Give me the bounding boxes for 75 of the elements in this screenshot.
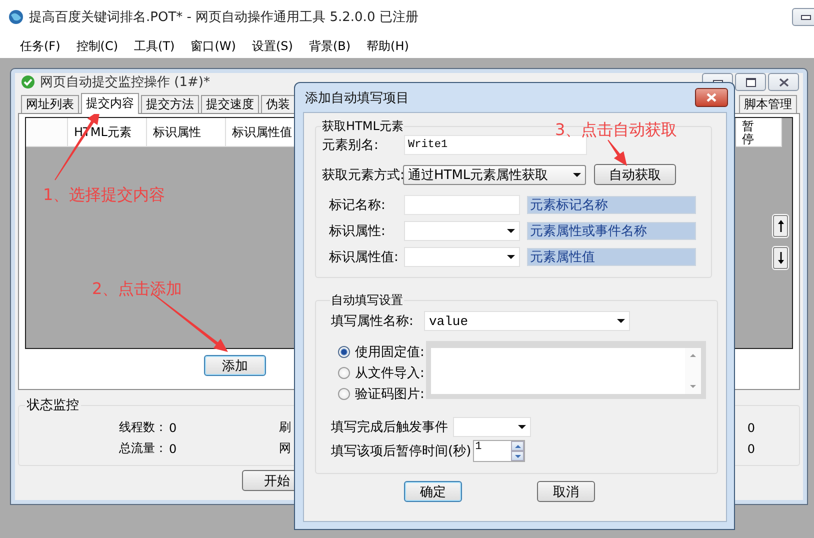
menu-item[interactable]: 窗口(W) xyxy=(190,38,236,54)
menu-item[interactable]: 控制(C) xyxy=(76,38,118,54)
tab[interactable]: 提交方法 xyxy=(141,95,199,113)
tab[interactable]: 提交速度 xyxy=(201,95,259,113)
stat-label: 总流量： xyxy=(119,440,168,457)
attribute-dropdown[interactable]: value xyxy=(424,311,630,331)
radio-button[interactable] xyxy=(338,346,350,358)
input-field[interactable] xyxy=(404,195,520,215)
column-header xyxy=(26,118,68,147)
globe-icon xyxy=(8,9,24,25)
auto-get-button[interactable]: 自动获取 xyxy=(594,164,676,185)
annotation-text: 1、选择提交内容 xyxy=(43,185,166,206)
stat-label: 线程数： xyxy=(119,419,168,436)
stat-value: 0 xyxy=(747,420,755,434)
check-icon xyxy=(21,75,35,89)
window-title: 网页自动提交监控操作 (1#)* xyxy=(40,74,210,91)
stat-value: 0 xyxy=(169,420,178,434)
stat-label: 刷 xyxy=(279,419,292,436)
field-label: 标记名称: xyxy=(328,197,386,214)
dialog-title: 添加自动填写项目 xyxy=(305,90,409,106)
hint-label: 元素属性或事件名称 xyxy=(527,222,696,240)
annotation-arrow xyxy=(608,140,627,166)
radio-option[interactable]: 使用固定值: xyxy=(338,343,428,360)
method-dropdown[interactable]: 通过HTML元素属性获取 xyxy=(403,164,586,184)
maximize-button[interactable] xyxy=(735,73,766,91)
menu-item[interactable]: 帮助(H) xyxy=(366,38,409,54)
caret-icon xyxy=(518,425,526,429)
close-button[interactable] xyxy=(768,73,799,91)
tab[interactable]: 提交内容 xyxy=(81,93,139,114)
add-button[interactable]: 添加 xyxy=(204,355,266,376)
caret-icon xyxy=(617,319,625,323)
cancel-button[interactable]: 取消 xyxy=(537,481,595,502)
group-title: 自动填写设置 xyxy=(330,292,404,309)
column-header: 暂停 xyxy=(736,118,782,147)
menu-item[interactable]: 工具(T) xyxy=(134,38,175,54)
column-header: 标识属性 xyxy=(147,118,226,147)
field-label: 元素别名: xyxy=(322,137,380,154)
menu-item[interactable]: 背景(B) xyxy=(308,38,351,54)
field-label: 填写属性名称: xyxy=(331,313,414,330)
group-title: 获取HTML元素 xyxy=(321,118,404,135)
close-icon xyxy=(706,93,717,102)
radio-option[interactable]: 从文件导入: xyxy=(338,364,428,381)
window-title: 提高百度关键词排名.POT* - 网页自动操作通用工具 5.2.0.0 已注册 xyxy=(29,9,418,26)
hint-label: 元素标记名称 xyxy=(527,196,696,214)
radio-option[interactable]: 验证码图片: xyxy=(338,385,428,402)
stat-value: 0 xyxy=(169,442,178,456)
caret-icon xyxy=(507,255,515,259)
caret-icon xyxy=(507,229,515,233)
minimize-button[interactable] xyxy=(792,8,814,26)
pause-spinner[interactable]: 1 xyxy=(473,440,526,462)
hint-label: 元素属性值 xyxy=(527,248,696,266)
close-button[interactable] xyxy=(695,88,728,107)
down-arrow-icon xyxy=(776,251,784,265)
menu-item[interactable]: 任务(F) xyxy=(20,38,60,54)
stat-value: 0 xyxy=(747,442,755,456)
field-label: 填写完成后触发事件 xyxy=(331,419,448,436)
radio-button[interactable] xyxy=(338,388,350,400)
field-label: 标识属性: xyxy=(328,223,386,240)
annotation-text: 2、点击添加 xyxy=(92,279,182,300)
ok-button[interactable]: 确定 xyxy=(404,481,462,502)
menu-item[interactable]: 设置(S) xyxy=(252,38,293,54)
group-title: 状态监控 xyxy=(26,397,80,414)
field-label: 标识属性值: xyxy=(328,249,397,266)
stat-label: 网 xyxy=(279,440,292,457)
scroll-bar[interactable] xyxy=(685,348,701,394)
move-up-button[interactable] xyxy=(773,215,788,237)
field-label: 填写该项后暂停时间(秒) xyxy=(331,443,472,460)
caret-icon xyxy=(573,172,581,176)
up-arrow-icon xyxy=(776,219,784,233)
tab[interactable]: 伪装 xyxy=(261,95,295,113)
tab[interactable]: 脚本管理 xyxy=(739,95,797,113)
tab[interactable]: 网址列表 xyxy=(21,95,79,113)
move-down-button[interactable] xyxy=(773,247,788,269)
close-icon xyxy=(778,78,788,86)
radio-button[interactable] xyxy=(338,366,350,378)
